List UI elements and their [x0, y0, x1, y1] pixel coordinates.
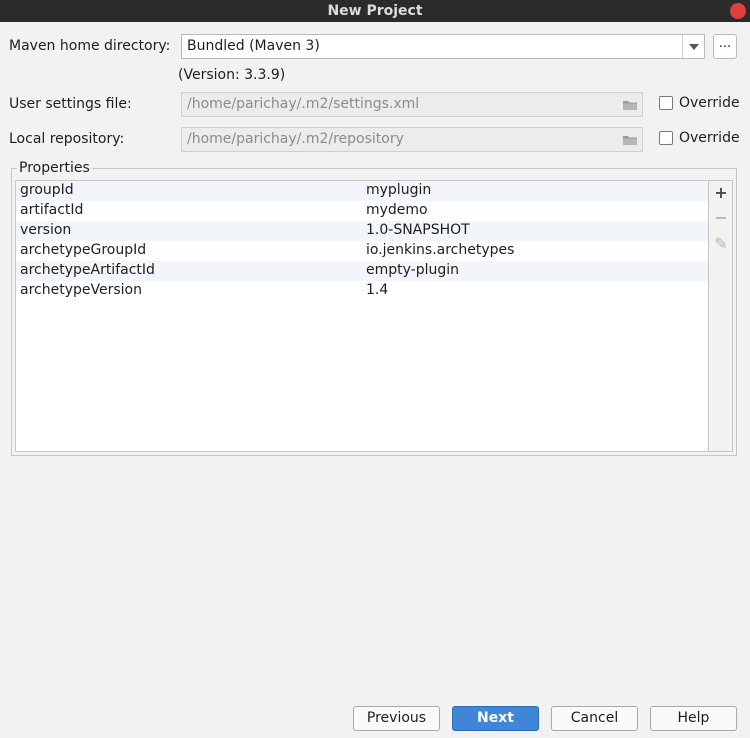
user-settings-field[interactable]: /home/parichay/.m2/settings.xml [181, 92, 643, 117]
folder-icon[interactable] [622, 99, 638, 111]
user-settings-label: User settings file: [9, 96, 132, 112]
table-row[interactable]: archetypeVersion 1.4 [16, 281, 708, 301]
table-row[interactable]: version 1.0-SNAPSHOT [16, 221, 708, 241]
property-value: io.jenkins.archetypes [366, 242, 515, 258]
maven-version-text: (Version: 3.3.9) [178, 67, 286, 83]
properties-legend: Properties [17, 160, 92, 176]
window-title: New Project [327, 3, 423, 19]
folder-icon[interactable] [622, 134, 638, 146]
table-row[interactable]: archetypeGroupId io.jenkins.archetypes [16, 241, 708, 261]
property-key: archetypeGroupId [20, 242, 147, 258]
property-key: version [20, 222, 72, 238]
local-repository-value: /home/parichay/.m2/repository [187, 131, 404, 147]
property-key: archetypeArtifactId [20, 262, 155, 278]
edit-icon[interactable]: ✎ [713, 236, 729, 252]
table-row[interactable]: groupId myplugin [16, 181, 708, 201]
browse-maven-home-button[interactable]: ... [713, 34, 737, 59]
table-row[interactable]: archetypeArtifactId empty-plugin [16, 261, 708, 281]
property-key: artifactId [20, 202, 84, 218]
properties-toolbar: + − ✎ [709, 180, 733, 452]
previous-button[interactable]: Previous [353, 706, 440, 731]
table-row[interactable]: artifactId mydemo [16, 201, 708, 221]
next-button[interactable]: Next [452, 706, 539, 731]
property-value: myplugin [366, 182, 432, 198]
chevron-down-icon[interactable] [682, 35, 704, 58]
maven-home-value: Bundled (Maven 3) [187, 38, 320, 54]
remove-icon[interactable]: − [713, 210, 729, 226]
user-settings-value: /home/parichay/.m2/settings.xml [187, 96, 420, 112]
properties-table[interactable]: groupId myplugin artifactId mydemo versi… [15, 180, 709, 452]
maven-home-label: Maven home directory: [9, 38, 171, 54]
maven-home-combobox[interactable]: Bundled (Maven 3) [181, 34, 705, 59]
property-key: archetypeVersion [20, 282, 142, 298]
property-value: mydemo [366, 202, 428, 218]
title-bar: New Project [0, 0, 750, 22]
local-repository-override-checkbox[interactable] [659, 131, 673, 145]
add-icon[interactable]: + [713, 185, 729, 201]
property-value: 1.4 [366, 282, 389, 298]
property-value: 1.0-SNAPSHOT [366, 222, 470, 238]
user-settings-override-label: Override [679, 95, 740, 111]
local-repository-label: Local repository: [9, 131, 125, 147]
user-settings-override-checkbox[interactable] [659, 96, 673, 110]
property-key: groupId [20, 182, 74, 198]
local-repository-override-label: Override [679, 130, 740, 146]
new-project-dialog: New Project Maven home directory: Bundle… [0, 0, 750, 738]
local-repository-field[interactable]: /home/parichay/.m2/repository [181, 127, 643, 152]
property-value: empty-plugin [366, 262, 460, 278]
help-button[interactable]: Help [650, 706, 737, 731]
cancel-button[interactable]: Cancel [551, 706, 638, 731]
close-icon[interactable] [730, 3, 746, 19]
